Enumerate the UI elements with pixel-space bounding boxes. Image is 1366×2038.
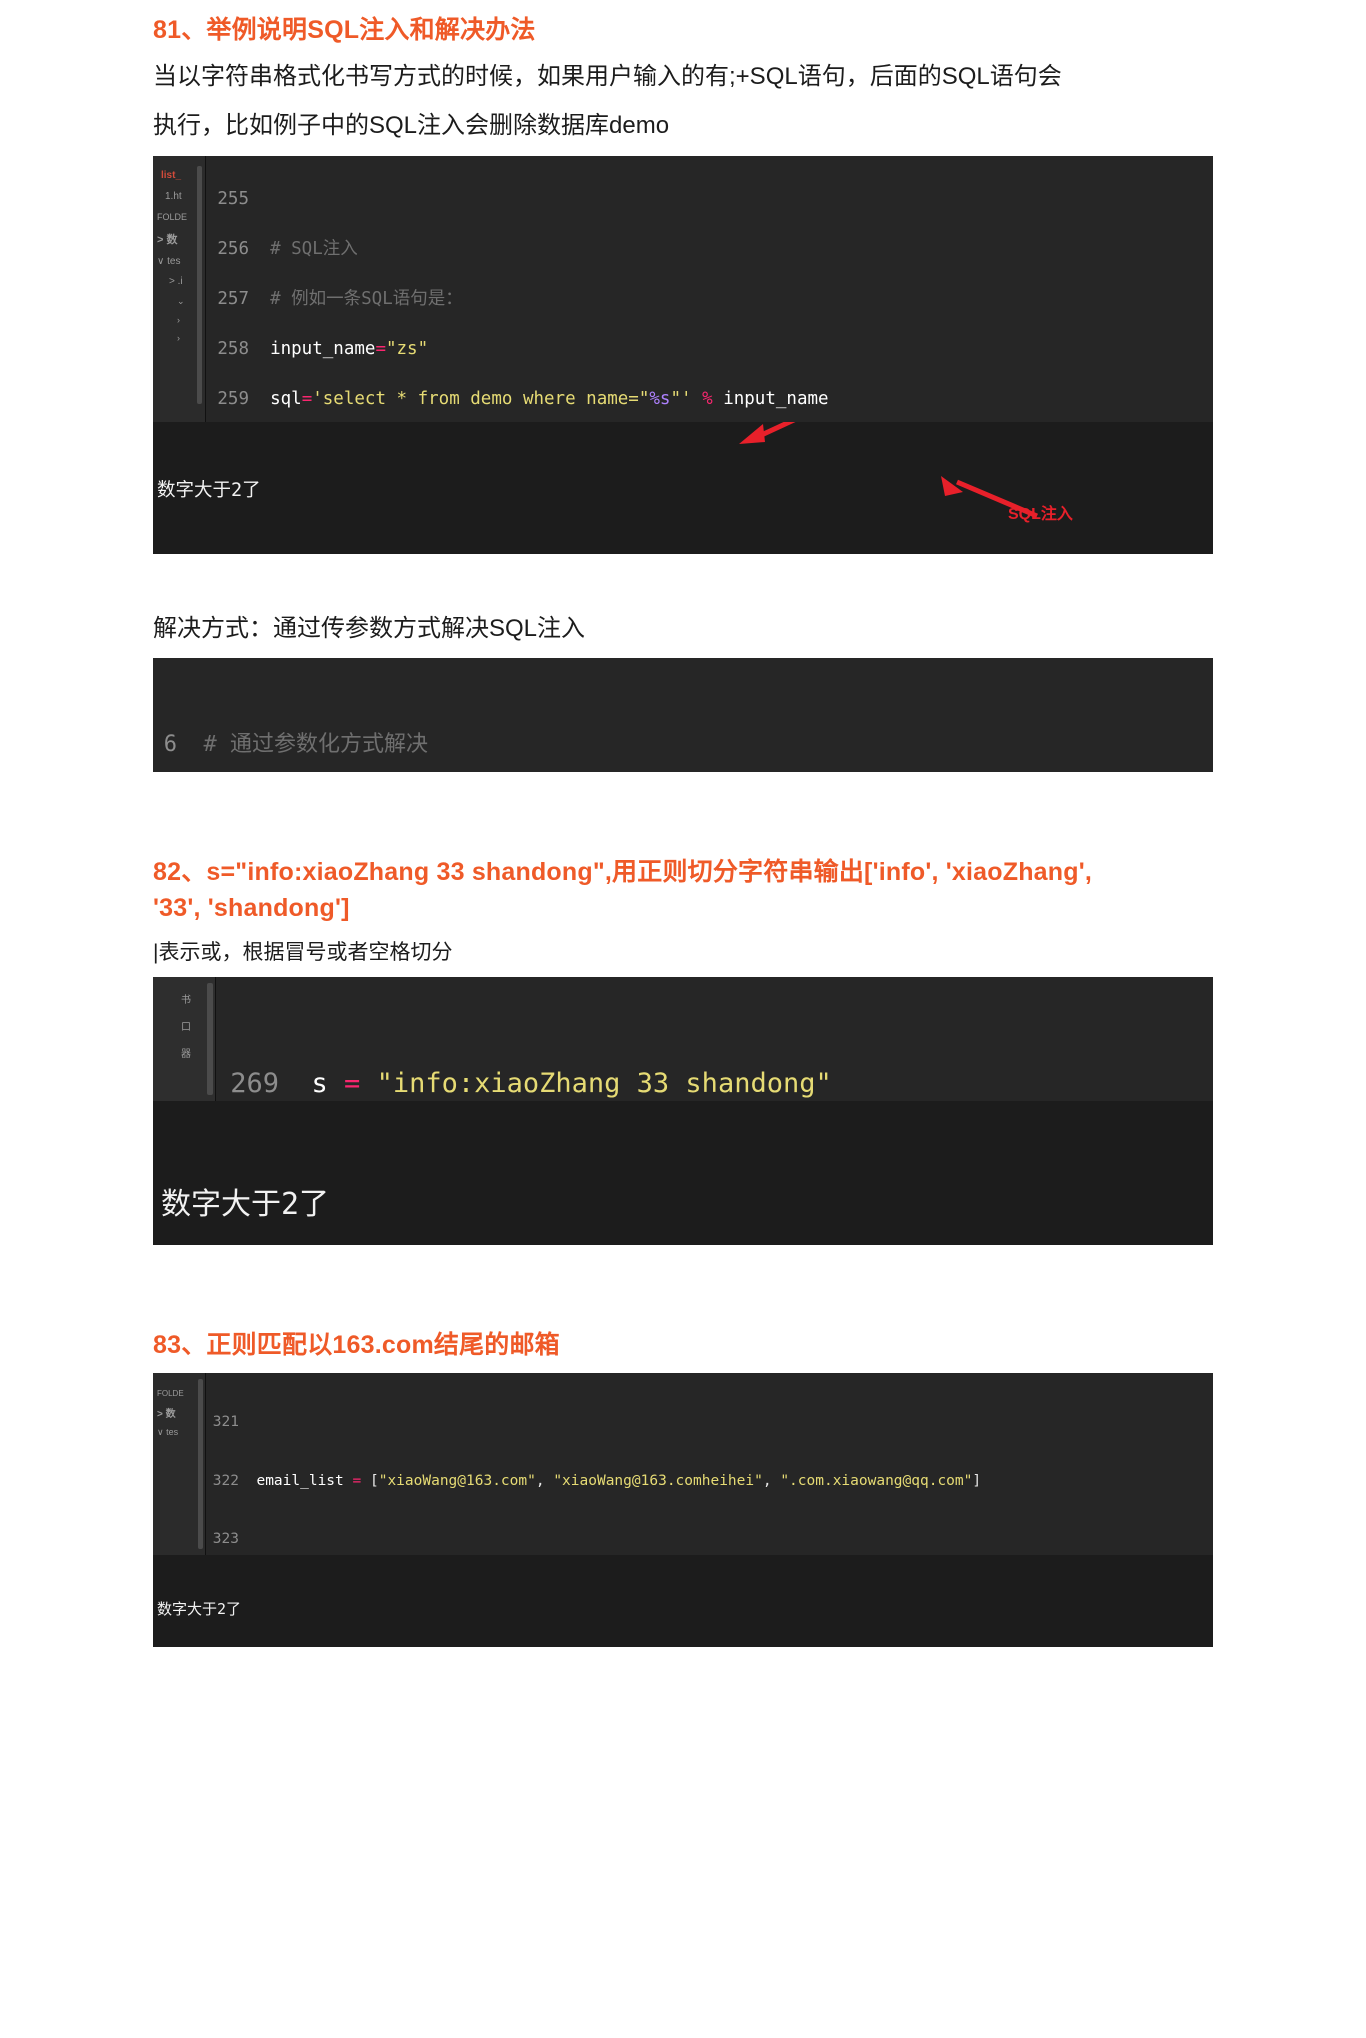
console-screenshot-81: 数字大于2了 正常SQL语句 select * from demo where …: [153, 421, 1213, 554]
code-line: 322 email_list = ["xiaoWang@163.com", "x…: [212, 1472, 982, 1489]
code-line: 259 sql='select * from demo where name="…: [217, 388, 829, 409]
question-82-body-line-1: |表示或，根据冒号或者空格切分: [153, 940, 453, 964]
question-82-heading-line-1: 82、s="info:xiaoZhang 33 shandong",用正则切分字…: [153, 858, 1093, 887]
solution-text-81: 解决方式：通过传参数方式解决SQL注入: [153, 614, 586, 642]
console-line: 数字大于2了: [157, 479, 261, 501]
question-81-body-line-2: 执行，比如例子中的SQL注入会删除数据库demo: [153, 111, 670, 139]
code-body-81: 255 256 # SQL注入 257 # 例如一条SQL语句是： 258 in…: [213, 162, 829, 422]
console-output-83: 数字大于2了 xiaoWang@163.com 是符合规定的邮件地址,匹配后的结…: [157, 1557, 729, 1648]
code-line: 269 s = "info:xiaoZhang 33 shandong": [230, 1068, 832, 1100]
console-line: 数字大于2了: [161, 1187, 330, 1223]
question-81-heading: 81、举例说明SQL注入和解决办法: [153, 16, 536, 44]
code-screenshot-81: list_ 1.ht FOLDE > 数 ∨ tes > .i ⌄ › › 25…: [153, 155, 1213, 422]
code-body-83: 321 322 email_list = ["xiaoWang@163.com"…: [209, 1374, 1209, 1555]
code-line: 257 # 例如一条SQL语句是：: [217, 288, 463, 309]
sidebar-glyph-1: 口: [181, 1022, 191, 1034]
console-screenshot-82: 数字大于2了 ['info', 'xiaoZhang', '33', 'shan…: [153, 1101, 1213, 1246]
console-screenshot-83: 数字大于2了 xiaoWang@163.com 是符合规定的邮件地址,匹配后的结…: [153, 1555, 1213, 1648]
code-screenshot-83: FOLDE > 数 ∨ tes 321 322 email_list = ["x…: [153, 1373, 1213, 1556]
code-line: 258 input_name="zs": [217, 338, 429, 359]
code-line: 323: [212, 1531, 239, 1548]
editor-scrollbar-thumb[interactable]: [197, 165, 202, 404]
code-line: 6 # 通过参数化方式解决: [163, 732, 428, 758]
annotation-normal-query-arrow: [739, 421, 796, 444]
sidebar-glyph-0: 书: [181, 995, 191, 1007]
editor-scrollbar-thumb-82[interactable]: [207, 983, 213, 1096]
console-line: 数字大于2了: [157, 1600, 242, 1619]
code-line: 321: [212, 1414, 239, 1431]
code-line: 256 # SQL注入: [217, 238, 358, 259]
code-body-82: 269 s = "info:xiaoZhang 33 shandong" 270…: [225, 979, 832, 1101]
code-screenshot-81-solution: 6 # 通过参数化方式解决 7 params=[input_name] 8 co…: [153, 658, 1213, 773]
editor-scrollbar-thumb-83[interactable]: [198, 1379, 203, 1550]
question-83-heading: 83、正则匹配以163.com结尾的邮箱: [153, 1331, 560, 1360]
document-page: 81、举例说明SQL注入和解决办法 当以字符串格式化书写方式的时候，如果用户输入…: [153, 0, 1213, 1687]
code-body-81-solution: 6 # 通过参数化方式解决 7 params=[input_name] 8 co…: [157, 660, 1213, 772]
code-line: 255: [217, 188, 249, 209]
question-82-heading-line-2: '33', 'shandong']: [153, 894, 350, 923]
sidebar-glyph-2: 器: [181, 1049, 191, 1061]
code-screenshot-82: 书 口 器 269 s = "info:xiaoZhang 33 shandon…: [153, 977, 1213, 1102]
question-81-body-line-1: 当以字符串格式化书写方式的时候，如果用户输入的有;+SQL语句，后面的SQL语句…: [153, 62, 1062, 90]
console-output-82: 数字大于2了 ['info', 'xiaoZhang', '33', 'shan…: [161, 1105, 866, 1246]
annotation-sql-injection-arrow: [941, 475, 1038, 518]
